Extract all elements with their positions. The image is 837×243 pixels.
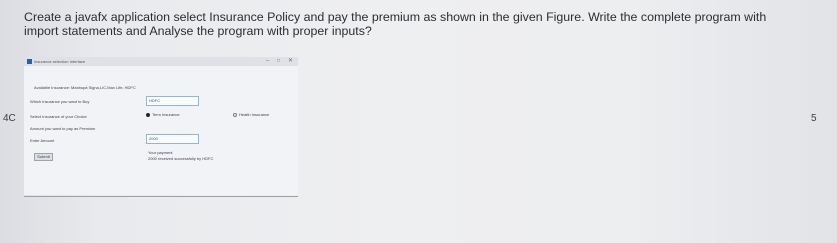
maximize-icon[interactable]: □ bbox=[277, 57, 280, 66]
window-titlebar: Insurance selection Interface – □ ✕ bbox=[24, 57, 298, 66]
enter-amount-label: Enter Amount bbox=[30, 138, 55, 143]
radio-term-label: Term Insurance bbox=[152, 112, 180, 117]
javafx-window-figure: Insurance selection Interface – □ ✕ Avai… bbox=[24, 57, 298, 195]
app-icon bbox=[27, 59, 32, 64]
available-insurance-label: Available Insurance: Maxbupa Signa,LIC,M… bbox=[34, 85, 136, 90]
close-icon[interactable]: ✕ bbox=[288, 57, 293, 66]
submit-button[interactable]: Submit bbox=[34, 153, 53, 161]
insurance-name-field[interactable]: HDFC bbox=[146, 96, 199, 106]
payment-result-line1: Your payment bbox=[148, 150, 173, 155]
marks-label: 5 bbox=[811, 113, 817, 124]
premium-amount-label: Amount you want to pay as Premium bbox=[30, 126, 96, 131]
which-insurance-label: Which Insurance you want to Buy bbox=[30, 99, 90, 104]
window-title: Insurance selection Interface bbox=[34, 59, 86, 64]
payment-result-line2: 2000 received successfully by HDFC bbox=[148, 156, 214, 161]
question-number-label: 4C bbox=[3, 113, 16, 124]
amount-field[interactable]: 2000 bbox=[146, 134, 199, 144]
question-text: Create a javafx application select Insur… bbox=[24, 10, 767, 38]
radio-term-insurance[interactable]: Term Insurance bbox=[146, 112, 180, 118]
select-insurance-label: Select Insurance of your Choice bbox=[30, 114, 87, 119]
divider-line bbox=[24, 196, 298, 197]
radio-health-label: Health Insurance bbox=[239, 112, 270, 117]
minimize-icon[interactable]: – bbox=[266, 57, 269, 66]
radio-selected-icon bbox=[146, 112, 150, 117]
radio-unselected-icon bbox=[233, 112, 237, 117]
radio-health-insurance[interactable]: Health Insurance bbox=[233, 112, 269, 118]
